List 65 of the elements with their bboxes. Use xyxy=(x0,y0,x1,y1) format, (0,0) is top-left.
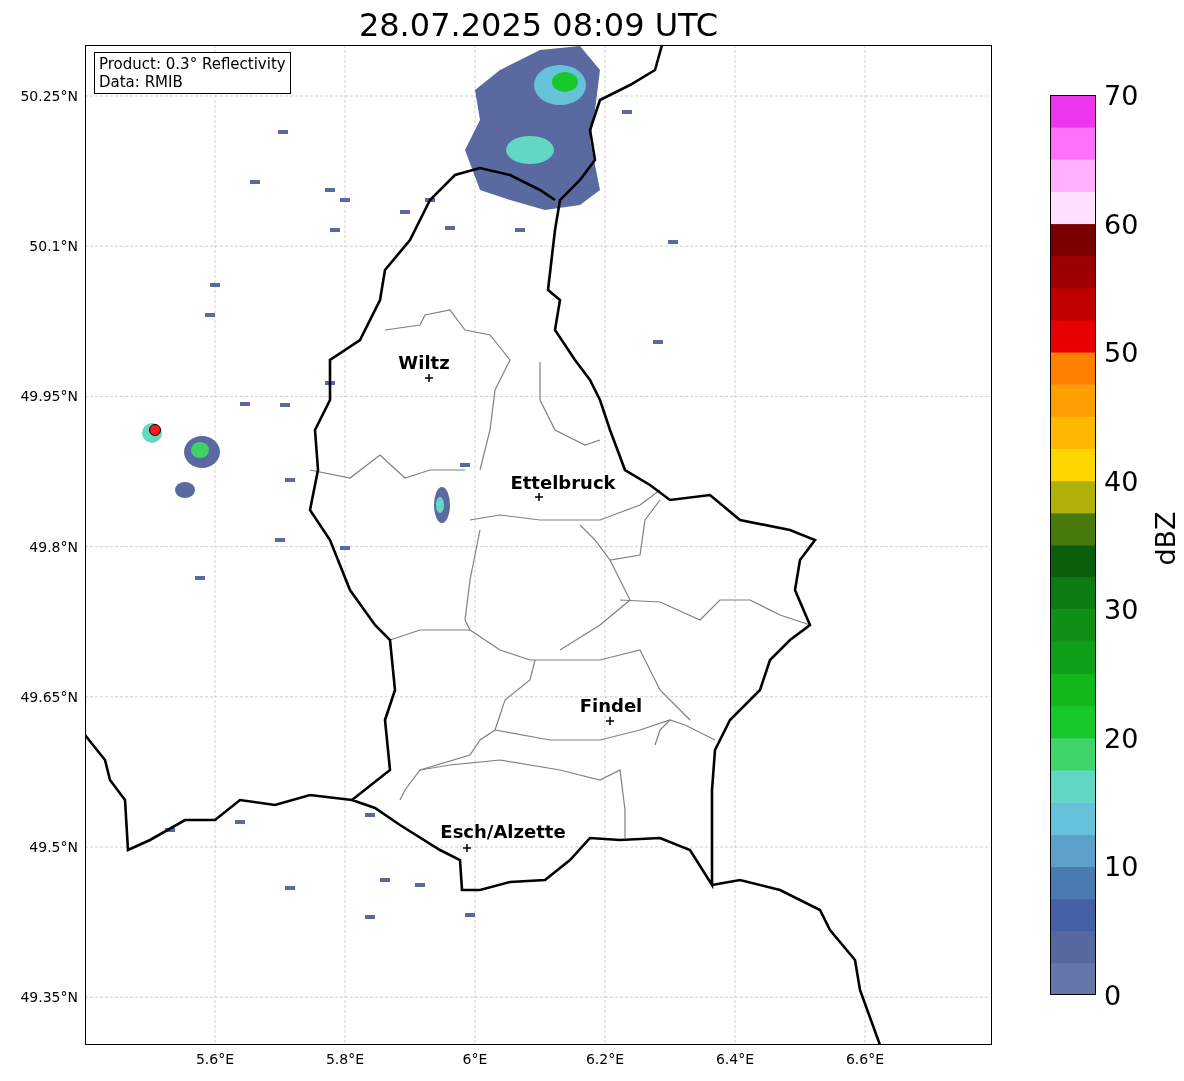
city-label: Findel xyxy=(579,694,643,716)
radar-echo xyxy=(465,913,475,917)
radar-echo xyxy=(280,403,290,407)
radar-echo xyxy=(425,198,435,202)
chart-title: 28.07.2025 08:09 UTC xyxy=(358,4,719,41)
radar-echo xyxy=(515,228,525,232)
radar-echo xyxy=(285,886,295,890)
scale-tick-label: 70 xyxy=(1104,81,1139,109)
scale-unit-label: dBZ xyxy=(1149,511,1181,566)
scale-tick-label: 10 xyxy=(1104,852,1139,880)
city-marker xyxy=(424,373,434,383)
longitude-label: 6°E xyxy=(462,1051,488,1067)
longitude-label: 5.6°E xyxy=(195,1051,235,1067)
latitude-label: 49.35°N xyxy=(20,989,78,1006)
radar-echo xyxy=(622,110,632,114)
scale-tick-label: 0 xyxy=(1104,981,1122,1009)
radar-echo xyxy=(250,180,260,184)
latitude-label: 50.1°N xyxy=(29,238,78,255)
radar-echo xyxy=(445,226,455,230)
radar-echo xyxy=(195,576,205,580)
radar-echo xyxy=(165,828,175,832)
longitude-label: 6.2°E xyxy=(585,1051,625,1067)
city-label: Esch/Alzette xyxy=(440,820,566,842)
latitude-label: 49.8°N xyxy=(29,538,78,555)
latitude-label: 49.65°N xyxy=(20,688,78,705)
radar-echo xyxy=(434,487,450,523)
radar-echo xyxy=(184,436,220,468)
scale-tick-label: 30 xyxy=(1104,595,1139,623)
city-marker xyxy=(605,716,615,726)
radar-echo xyxy=(278,130,288,134)
radar-echo xyxy=(668,240,678,244)
longitude-label: 6.6°E xyxy=(845,1051,885,1067)
longitude-label: 5.8°E xyxy=(325,1051,365,1067)
product-label: Product: 0.3° Reflectivity xyxy=(99,55,286,73)
radar-echo xyxy=(235,820,245,824)
scale-tick-label: 50 xyxy=(1104,338,1139,366)
radar-echo xyxy=(365,813,375,817)
radar-echo xyxy=(460,463,470,467)
radar-echo xyxy=(400,210,410,214)
scale-tick-label: 40 xyxy=(1104,467,1139,495)
city-label: Ettelbruck xyxy=(510,471,616,493)
radar-echo xyxy=(340,546,350,550)
radar-echo xyxy=(275,538,285,542)
latitude-label: 49.95°N xyxy=(20,388,78,405)
radar-site-marker xyxy=(149,424,161,436)
latitude-label: 50.25°N xyxy=(20,88,78,104)
city-marker xyxy=(534,492,544,502)
longitude-label: 6.4°E xyxy=(715,1051,755,1067)
city-marker xyxy=(462,843,472,853)
scale-tick-label: 20 xyxy=(1104,724,1139,752)
radar-echo xyxy=(240,402,250,406)
radar-echo xyxy=(653,340,663,344)
scale-tick-label: 60 xyxy=(1104,210,1139,238)
radar-echo xyxy=(325,381,335,385)
radar-echo xyxy=(175,482,195,498)
city-label: Wiltz xyxy=(398,351,450,373)
latitude-label: 49.5°N xyxy=(29,839,78,855)
radar-echo xyxy=(285,478,295,482)
radar-echo xyxy=(210,283,220,287)
radar-echo xyxy=(365,915,375,919)
radar-echo xyxy=(415,883,425,887)
radar-echo xyxy=(380,878,390,882)
radar-echo xyxy=(205,313,215,317)
radar-echo xyxy=(330,228,340,232)
data-source-label: Data: RMIB xyxy=(99,73,184,91)
